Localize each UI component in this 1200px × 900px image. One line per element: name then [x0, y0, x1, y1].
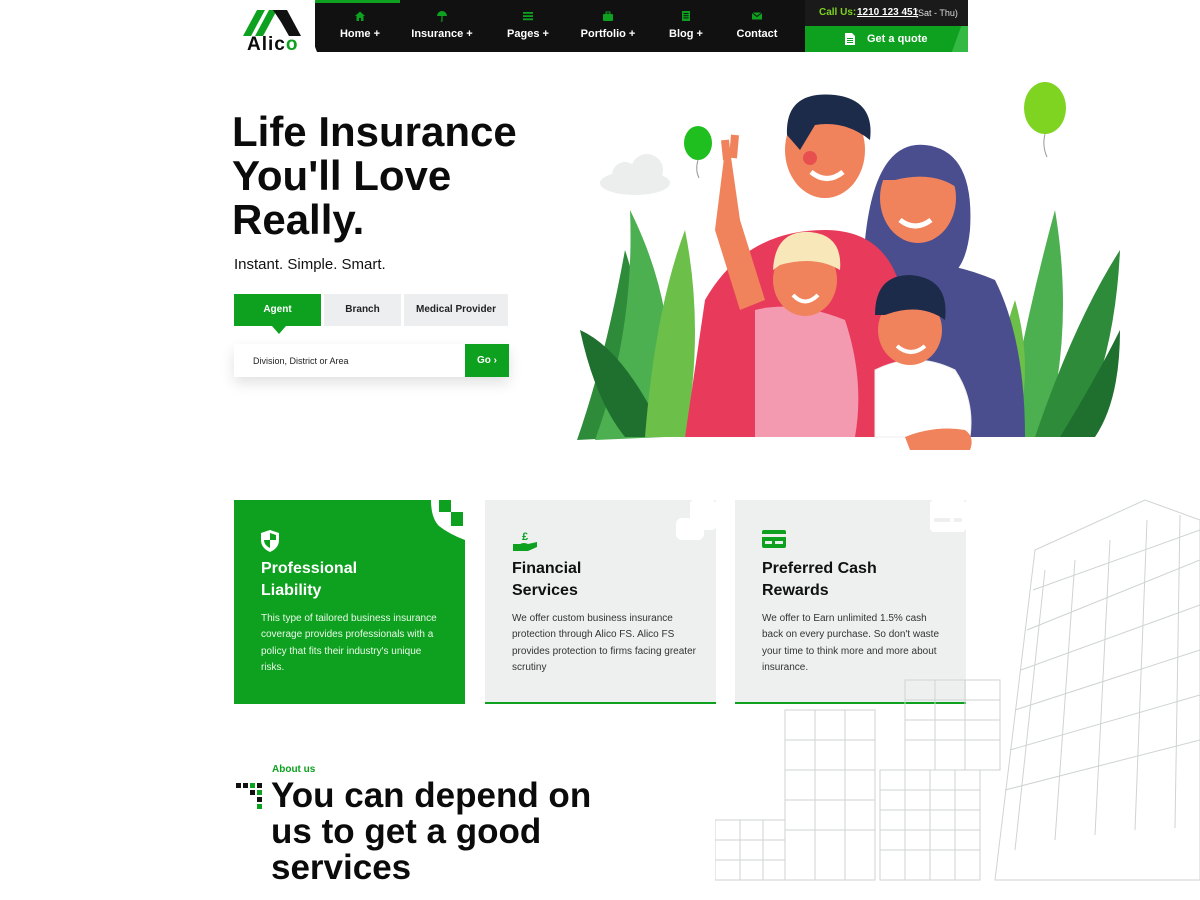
about-title: You can depend on us to get a good servi…: [271, 776, 592, 887]
svg-text:£: £: [522, 531, 528, 543]
nav-blog[interactable]: Blog +: [664, 10, 708, 46]
call-row: Call Us: 1210 123 451 (Sat - Thu): [805, 0, 968, 26]
briefcase-icon: [578, 10, 638, 24]
logo-mark-icon: [243, 10, 301, 36]
nav-contact[interactable]: Contact: [732, 10, 782, 46]
shield-icon: [431, 500, 465, 540]
card-text: This type of tailored business insurance…: [261, 613, 437, 673]
site-header: Alico Home + Insurance + Pages + Portfol…: [235, 0, 968, 55]
card-title: Professional Liability: [261, 560, 358, 599]
get-quote-label: Get a quote: [867, 33, 928, 45]
cloud-icon: [600, 154, 670, 195]
leaves-left: [577, 210, 695, 440]
pound-hand-icon: [676, 500, 716, 540]
home-icon: [335, 10, 385, 24]
document-icon: [664, 10, 708, 24]
family-illustration: [577, 82, 1120, 450]
card-financial-services[interactable]: £ Financial Services We offer custom bus…: [485, 500, 716, 704]
phone-link[interactable]: 1210 123 451: [857, 7, 918, 18]
contact-box: Call Us: 1210 123 451 (Sat - Thu) Get a …: [805, 0, 968, 52]
nav-insurance[interactable]: Insurance +: [407, 10, 477, 46]
go-button[interactable]: Go ›: [465, 344, 509, 377]
balloon-icon: [684, 126, 712, 179]
call-days: (Sat - Thu): [915, 8, 958, 18]
card-title: Financial Services: [512, 560, 582, 599]
hero-subtitle: Instant. Simple. Smart.: [234, 256, 386, 273]
tab-branch[interactable]: Branch: [324, 294, 401, 326]
file-icon: [845, 33, 855, 48]
card-text: We offer custom business insurance prote…: [512, 613, 696, 673]
location-search-input[interactable]: [234, 344, 454, 377]
nav-pages[interactable]: Pages +: [503, 10, 553, 46]
about-label: About us: [272, 764, 316, 775]
card-professional-liability[interactable]: Professional Liability This type of tail…: [234, 500, 465, 704]
dots-decor-icon: [236, 783, 262, 809]
quote-stripe: [946, 26, 968, 52]
get-quote-button[interactable]: Get a quote: [805, 26, 968, 52]
balloon-icon: [1024, 82, 1066, 158]
logo[interactable]: Alico: [235, 0, 315, 55]
tab-medical-provider[interactable]: Medical Provider: [404, 294, 508, 326]
tab-agent[interactable]: Agent: [234, 294, 321, 334]
buildings-sketch: [715, 499, 1200, 881]
list-icon: [503, 10, 553, 24]
nav-home[interactable]: Home +: [335, 10, 385, 46]
umbrella-icon: [407, 10, 477, 24]
shield-icon: [261, 530, 279, 552]
nav-portfolio[interactable]: Portfolio +: [578, 10, 638, 46]
logo-text: Alico: [247, 34, 299, 55]
call-label: Call Us:: [819, 7, 857, 18]
location-search: Go ›: [234, 344, 509, 377]
envelope-icon: [732, 10, 782, 24]
hero-title: Life Insurance You'll Love Really.: [232, 108, 517, 243]
pound-hand-icon: £: [513, 531, 537, 551]
